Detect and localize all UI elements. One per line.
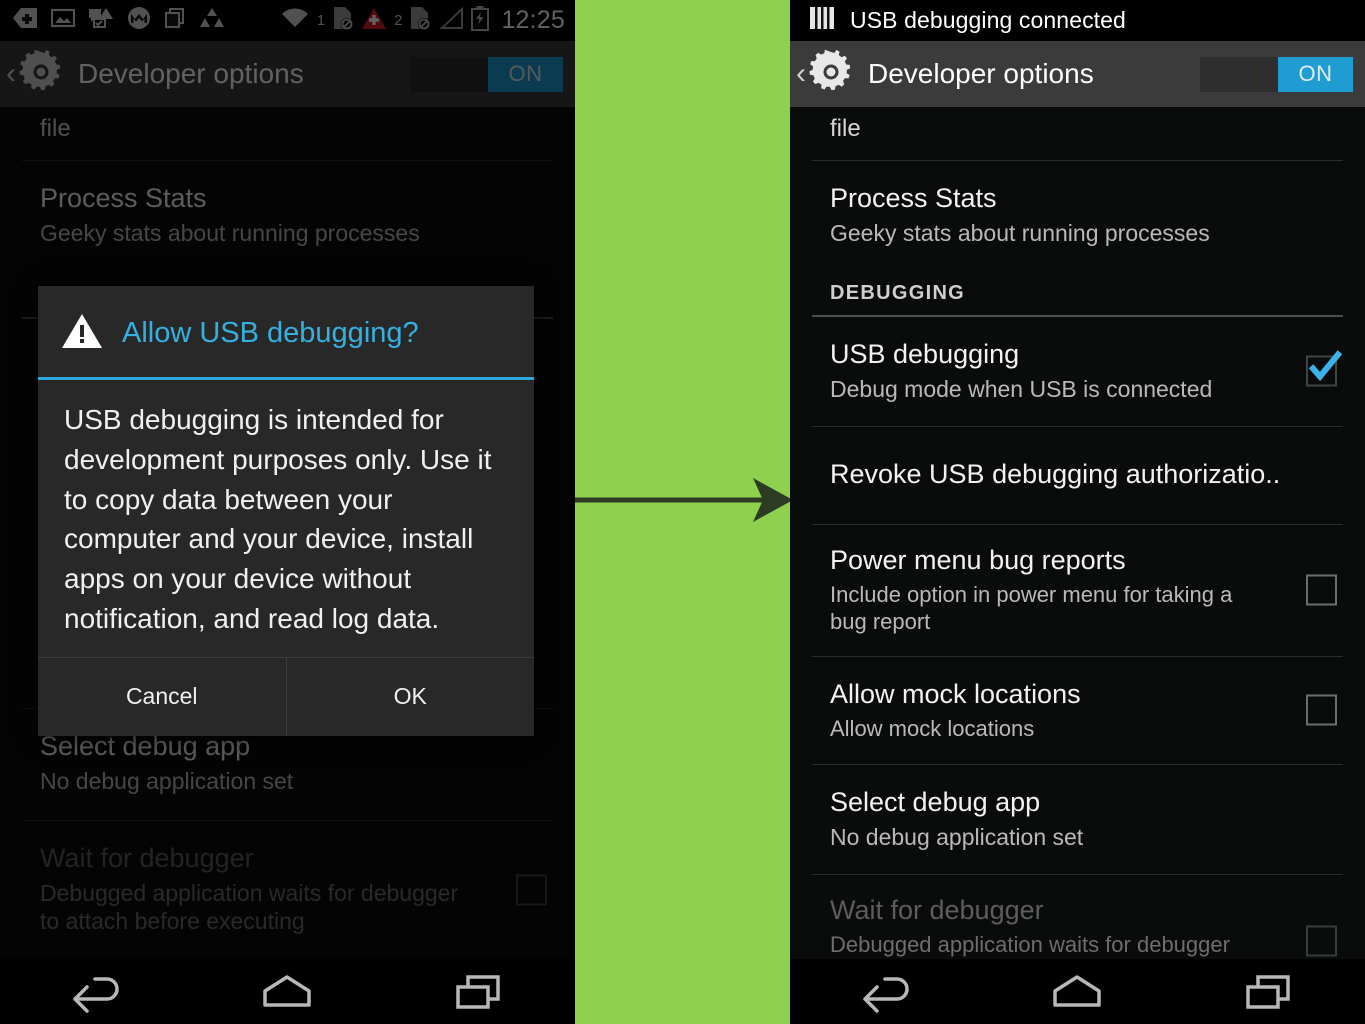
list-item-title: Select debug app — [830, 787, 1041, 818]
list-item[interactable]: Allow mock locations Allow mock location… — [790, 657, 1365, 765]
list-item[interactable]: Power menu bug reports Include option in… — [790, 525, 1365, 656]
allow-usb-debugging-dialog[interactable]: Allow USB debugging? USB debugging is in… — [38, 286, 534, 736]
toggle-on-label: ON — [488, 56, 563, 92]
toggle-track — [1200, 57, 1278, 92]
list-item[interactable]: Revoke USB debugging authorizatio.. — [790, 427, 1365, 524]
copy-pages-icon — [164, 7, 186, 34]
clock: 12:25 — [501, 6, 565, 34]
wifi-icon — [280, 7, 310, 34]
notification-text: USB debugging connected — [850, 7, 1126, 33]
list-item-sub: Debugged application waits for debugger … — [40, 879, 459, 935]
usb-debugging-icon — [808, 5, 836, 36]
list-item-sub: No debug application set — [830, 824, 1084, 851]
dialog-header: Allow USB debugging? — [38, 286, 534, 377]
gear-icon — [808, 49, 854, 100]
list-item[interactable]: Select debug app No debug application se… — [790, 765, 1365, 874]
add-shape-icon — [12, 7, 38, 34]
right-action-bar: ‹ Developer options ON — [790, 41, 1365, 107]
sim-disabled-icon — [409, 6, 431, 35]
list-item-sub: Include option in power menu for taking … — [830, 581, 1233, 635]
nav-recents-icon[interactable] — [1240, 969, 1300, 1015]
dialog-title: Allow USB debugging? — [122, 317, 419, 349]
list-item-title: Revoke USB debugging authorizatio.. — [830, 458, 1281, 489]
checkbox-usb-debugging[interactable] — [1306, 350, 1343, 387]
cancel-button[interactable]: Cancel — [38, 658, 286, 736]
warning-triangle-icon — [60, 312, 104, 355]
right-arrow-icon — [555, 470, 805, 530]
comparison-screenshot: 1 2 12:25 ‹ Developer options ON file Pr… — [0, 0, 1365, 1024]
list-item-sub: No debug application set — [40, 767, 294, 794]
list-item-title: Wait for debugger — [40, 842, 254, 873]
dialog-buttons: Cancel OK — [38, 657, 535, 736]
list-item-title: USB debugging — [830, 338, 1020, 369]
checkbox-allow-mock-locations[interactable] — [1306, 694, 1337, 726]
nav-home-icon[interactable] — [1045, 969, 1109, 1015]
checkbox-wait-for-debugger — [1306, 925, 1337, 957]
list-item-title: Power menu bug reports — [830, 544, 1126, 575]
developer-options-toggle[interactable]: ON — [1200, 56, 1353, 92]
sim2-label: 2 — [394, 12, 403, 29]
list-item[interactable]: Process Stats Geeky stats about running … — [790, 161, 1365, 270]
nav-recents-icon[interactable] — [450, 969, 510, 1015]
back-chevron-icon[interactable]: ‹ — [796, 59, 806, 89]
message-alert-icon — [88, 7, 114, 34]
toggle-track — [410, 57, 488, 92]
battery-charging-icon — [471, 5, 490, 36]
list-item-title: Allow mock locations — [830, 678, 1081, 709]
page-title: Developer options — [868, 58, 1094, 89]
list-item-sub: Geeky stats about running processes — [40, 220, 420, 247]
left-phone-screenshot: 1 2 12:25 ‹ Developer options ON file Pr… — [0, 0, 575, 1024]
list-item-title: Process Stats — [40, 183, 207, 213]
section-header-debugging: DEBUGGING — [830, 281, 966, 304]
right-settings-list[interactable]: file Process Stats Geeky stats about run… — [790, 107, 1365, 959]
left-nav-bar — [0, 959, 575, 1024]
nav-back-icon[interactable] — [65, 969, 125, 1015]
sim1-label: 1 — [316, 12, 326, 29]
list-item[interactable]: USB debugging Debug mode when USB is con… — [790, 317, 1365, 426]
nav-back-icon[interactable] — [855, 969, 915, 1015]
red-alert-triangle-icon — [361, 7, 387, 35]
sim-disabled-icon — [332, 6, 354, 35]
list-item[interactable]: Process Stats Geeky stats about running … — [0, 161, 575, 272]
developer-options-toggle[interactable]: ON — [410, 56, 563, 92]
dialog-body-text: USB debugging is intended for developmen… — [64, 404, 492, 634]
left-status-bar: 1 2 12:25 — [0, 0, 575, 41]
checkbox-wait-for-debugger — [516, 874, 547, 906]
list-item-sub: Geeky stats about running processes — [830, 220, 1210, 247]
page-title: Developer options — [78, 58, 304, 89]
back-chevron-icon[interactable]: ‹ — [6, 59, 16, 89]
list-item[interactable]: file — [790, 107, 1365, 160]
motorola-logo-icon — [127, 6, 151, 35]
right-nav-bar — [790, 959, 1365, 1024]
list-item[interactable]: file — [0, 107, 575, 160]
list-item-sub: Debug mode when USB is connected — [830, 375, 1213, 402]
list-item: Wait for debugger Debugged application w… — [0, 821, 575, 959]
list-item: Wait for debugger Debugged application w… — [790, 875, 1365, 959]
right-phone-screenshot: USB debugging connected ‹ Developer opti… — [790, 0, 1365, 1024]
checkbox-power-menu-bug-reports[interactable] — [1306, 574, 1337, 606]
ok-button[interactable]: OK — [287, 658, 535, 736]
signal-triangle-icon — [438, 6, 464, 35]
photo-icon — [50, 7, 76, 34]
list-item-sub: file — [830, 115, 861, 142]
list-item-sub: Allow mock locations — [830, 715, 1035, 741]
list-item-sub: Debugged application waits for debugger … — [830, 932, 1230, 958]
gear-icon — [18, 49, 64, 100]
list-item-sub: file — [40, 115, 71, 142]
right-status-bar: USB debugging connected — [790, 0, 1365, 41]
left-action-bar: ‹ Developer options ON — [0, 41, 575, 107]
nav-home-icon[interactable] — [255, 969, 319, 1015]
toggle-on-label: ON — [1278, 56, 1353, 92]
list-item-title: Process Stats — [830, 183, 997, 213]
list-item-title: Wait for debugger — [830, 895, 1044, 926]
triangle-logo-icon — [199, 7, 225, 34]
